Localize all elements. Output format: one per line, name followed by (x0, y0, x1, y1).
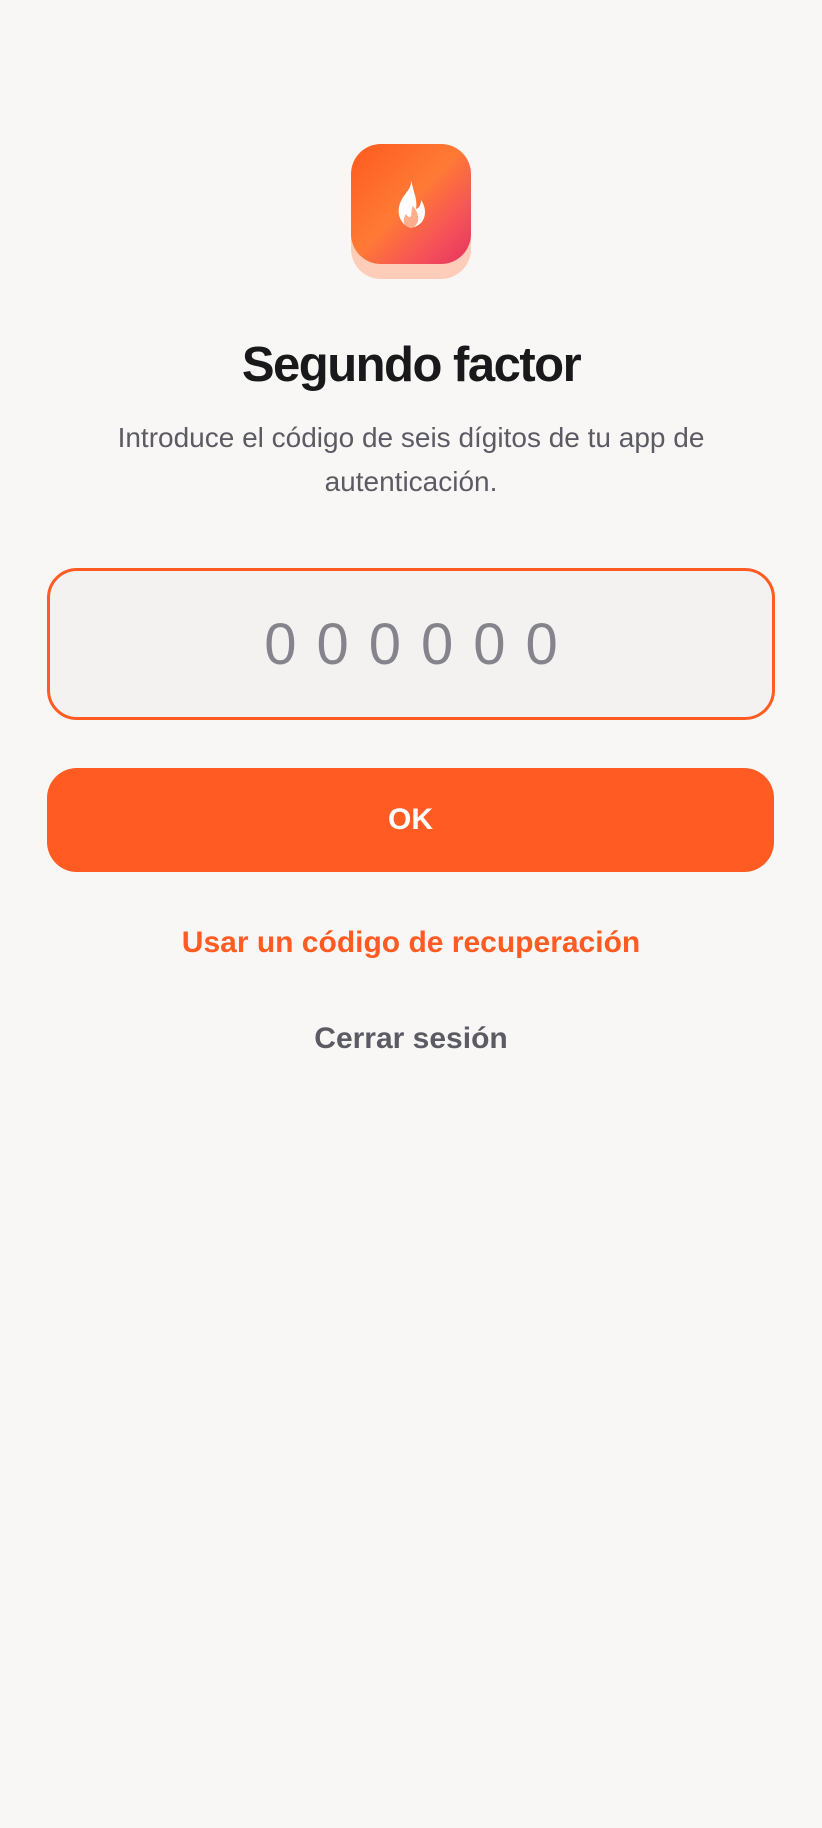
verification-code-input[interactable] (47, 568, 775, 720)
page-title: Segundo factor (241, 338, 582, 392)
ok-button[interactable]: OK (47, 768, 774, 872)
use-recovery-code-link[interactable]: Usar un código de recuperación (0, 920, 822, 966)
logout-link[interactable]: Cerrar sesión (0, 1016, 822, 1062)
app-logo (351, 144, 471, 279)
instructions-text: Introduce el código de seis dígitos de t… (117, 422, 705, 497)
flame-icon (398, 180, 425, 228)
logo-tile (351, 144, 471, 264)
two-factor-screen: Segundo factor Introduce el código de se… (0, 0, 822, 1828)
